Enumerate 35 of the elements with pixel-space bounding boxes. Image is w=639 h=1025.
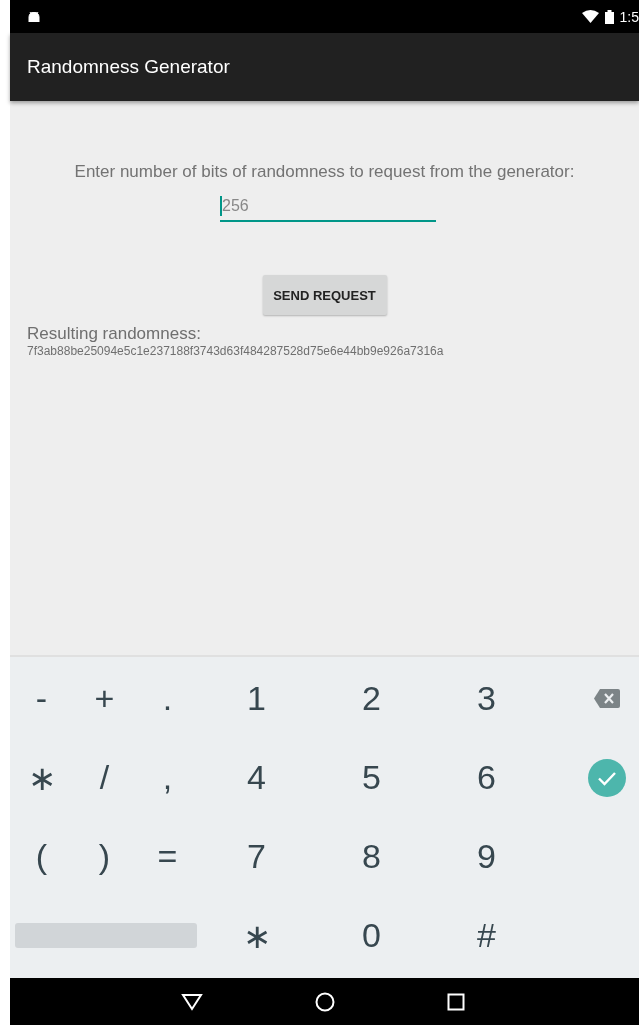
send-request-button[interactable]: SEND REQUEST bbox=[262, 275, 387, 315]
keyboard-key[interactable]: 6 bbox=[429, 738, 544, 817]
backspace-icon[interactable] bbox=[593, 689, 620, 708]
keyboard-key[interactable]: . bbox=[136, 659, 199, 738]
battery-icon bbox=[604, 9, 614, 24]
keyboard-key[interactable]: - bbox=[10, 659, 73, 738]
keyboard-key[interactable]: + bbox=[73, 659, 136, 738]
keyboard-key[interactable]: = bbox=[136, 817, 199, 896]
prompt-text: Enter number of bits of randomness to request from the generator: bbox=[74, 162, 575, 182]
keyboard-key[interactable]: 2 bbox=[314, 659, 429, 738]
keyboard-key[interactable]: / bbox=[73, 738, 136, 817]
keyboard-key[interactable]: 5 bbox=[314, 738, 429, 817]
home-icon[interactable] bbox=[314, 991, 335, 1012]
keyboard-key[interactable]: # bbox=[429, 896, 544, 975]
wifi-icon bbox=[581, 10, 599, 23]
keyboard-key[interactable]: 0 bbox=[314, 896, 429, 975]
keyboard-key[interactable]: ( bbox=[10, 817, 73, 896]
keyboard-key[interactable]: , bbox=[136, 738, 199, 817]
keyboard-key[interactable]: 3 bbox=[429, 659, 544, 738]
keyboard-key[interactable]: 7 bbox=[199, 817, 314, 896]
keyboard-key[interactable]: ) bbox=[73, 817, 136, 896]
keyboard-key[interactable]: ∗ bbox=[10, 738, 73, 817]
recents-icon[interactable] bbox=[446, 992, 465, 1011]
back-icon[interactable] bbox=[180, 992, 203, 1011]
app-title: Randomness Generator bbox=[27, 56, 230, 78]
result-value: 7f3ab88be25094e5c1e237188f3743d63f484287528d75e6e44bb9e926a7316a bbox=[27, 344, 444, 358]
keyboard-key[interactable]: 4 bbox=[199, 738, 314, 817]
keyboard-key[interactable]: 8 bbox=[314, 817, 429, 896]
android-icon bbox=[28, 11, 40, 22]
keyboard-key[interactable]: 1 bbox=[199, 659, 314, 738]
result-label: Resulting randomness: bbox=[27, 324, 201, 344]
status-time: 1:5 bbox=[619, 8, 639, 25]
checkmark-enter-icon[interactable] bbox=[587, 758, 626, 797]
keyboard-key[interactable]: 9 bbox=[429, 817, 544, 896]
keyboard-key[interactable]: ∗ bbox=[199, 896, 314, 975]
